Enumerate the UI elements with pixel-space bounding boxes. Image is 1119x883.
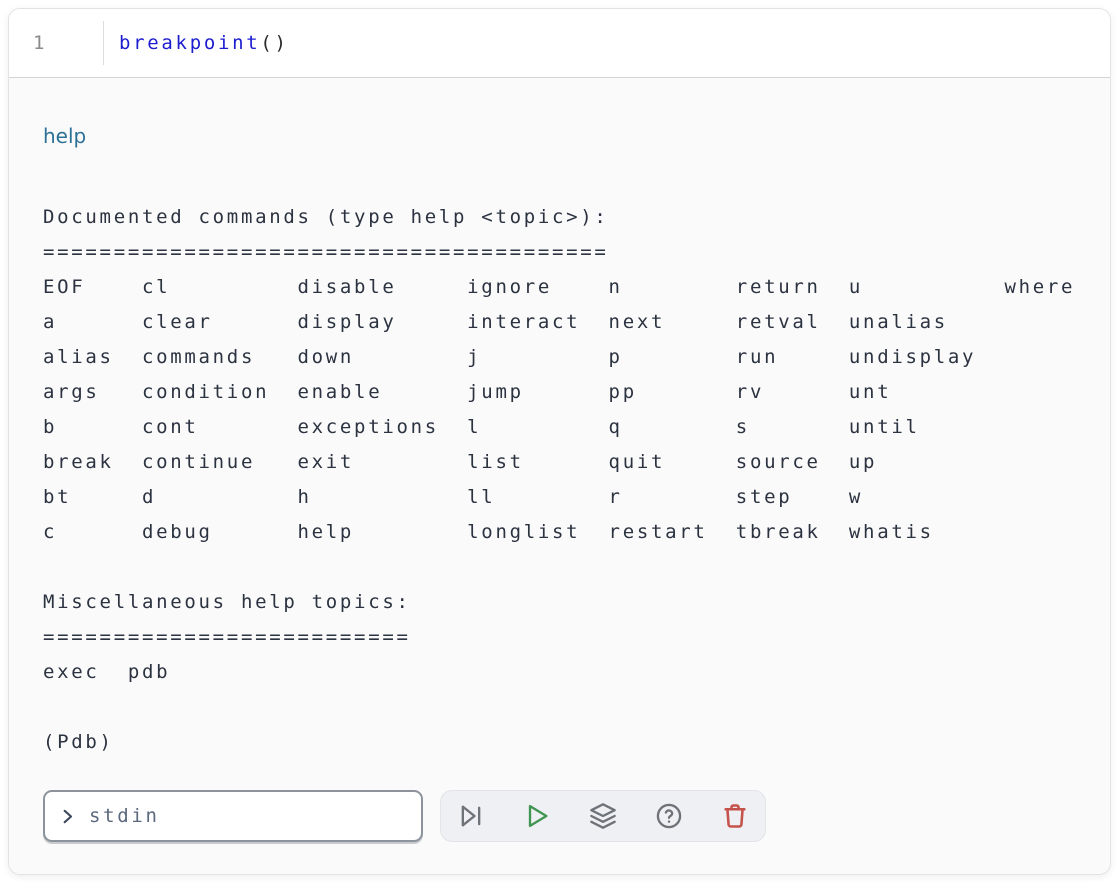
step-button[interactable] <box>457 802 485 830</box>
code-editor-row: 1 breakpoint() <box>9 9 1110 77</box>
repl-panel: 1 breakpoint() help Documented commands … <box>8 8 1111 875</box>
action-row <box>43 790 1076 842</box>
clear-button[interactable] <box>721 802 749 830</box>
layers-icon <box>589 802 617 830</box>
debug-controls-bar <box>440 790 766 842</box>
play-icon <box>523 802 551 830</box>
help-command-echo: help <box>43 122 1076 150</box>
line-number-gutter: 1 <box>9 21 104 65</box>
code-token-parens: () <box>260 32 288 54</box>
code-token-builtin: breakpoint <box>119 32 260 54</box>
stack-button[interactable] <box>589 802 617 830</box>
skip-forward-icon <box>457 802 485 830</box>
trash-icon <box>721 802 749 830</box>
stdin-input[interactable] <box>89 805 407 827</box>
pdb-help-output: Documented commands (type help <topic>):… <box>43 200 1076 760</box>
help-circle-icon <box>655 802 683 830</box>
chevron-right-icon <box>59 808 76 825</box>
code-editor-line[interactable]: breakpoint() <box>104 9 289 77</box>
console-output-area: help Documented commands (type help <top… <box>9 77 1110 875</box>
stdin-input-box[interactable] <box>43 790 423 842</box>
run-button[interactable] <box>523 802 551 830</box>
line-number: 1 <box>33 32 47 54</box>
help-button[interactable] <box>655 802 683 830</box>
